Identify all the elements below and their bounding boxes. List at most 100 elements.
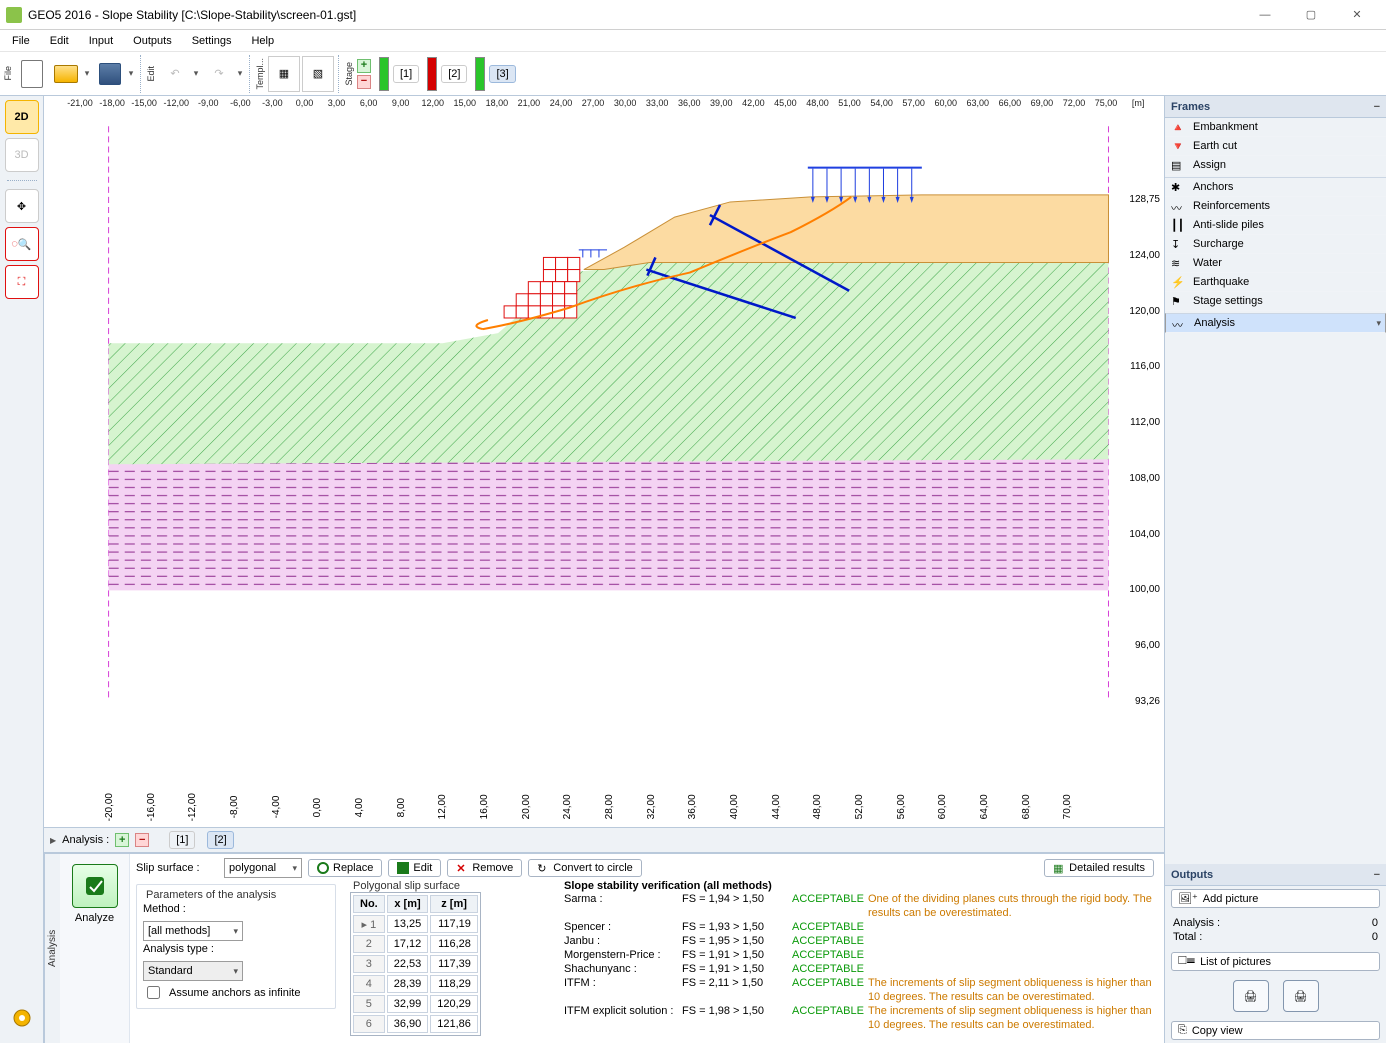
open-dropdown[interactable]: ▾ [82,68,92,79]
frame-item-earthquake[interactable]: ⚡Earthquake [1165,273,1386,292]
copy-icon: ⎘ [1178,1024,1187,1037]
table-row[interactable]: 428,39118,29 [353,975,478,993]
stage-1[interactable]: [1] [379,57,425,91]
add-picture-button[interactable]: 🖼⁺Add picture [1171,889,1380,908]
pan-button[interactable]: ✥ [5,189,39,223]
copy-view-button[interactable]: ⎘Copy view [1171,1021,1380,1040]
print-button-2[interactable]: 🖨 [1283,980,1319,1012]
slip-table-title: Polygonal slip surface [350,880,463,892]
menu-input[interactable]: Input [79,32,123,50]
frame-icon: ⚑ [1171,295,1187,307]
detailed-results-button[interactable]: ▦Detailed results [1044,859,1154,877]
close-button[interactable]: ✕ [1334,0,1380,30]
add-analysis-button[interactable]: + [115,833,129,847]
stage-2[interactable]: [2] [427,57,473,91]
frame-item-earth-cut[interactable]: 🔻 Earth cut [1165,137,1386,156]
anchors-checkbox[interactable] [147,986,160,999]
stage-indicator-icon [427,57,437,91]
frame-item-label: Earth cut [1193,140,1237,152]
outputs-collapse-button[interactable]: − [1374,869,1380,881]
slip-surface-table[interactable]: No.x [m]z [m] ▸ 113,25117,19217,12116,28… [350,892,481,1036]
save-dropdown[interactable]: ▾ [126,68,136,79]
open-file-button[interactable] [50,56,82,92]
frame-icon: ⚡ [1171,276,1187,288]
convert-button[interactable]: ↻Convert to circle [528,859,641,877]
view-2d-button[interactable]: 2D [5,100,39,134]
minimize-button[interactable]: — [1242,0,1288,30]
remove-analysis-button[interactable]: − [135,833,149,847]
method-select[interactable]: [all methods] [143,921,243,941]
frame-icon: 〰 [1172,317,1188,329]
zoom-button[interactable]: ◌🔍 [5,227,39,261]
slip-surface-select[interactable]: polygonal [224,858,302,878]
frame-icon: ┃┃ [1171,219,1187,231]
redo-button[interactable]: ↷ [203,56,235,92]
save-file-button[interactable] [94,56,126,92]
maximize-button[interactable]: ▢ [1288,0,1334,30]
frames-collapse-button[interactable]: − [1374,101,1380,113]
add-stage-button[interactable]: + [357,59,371,73]
view-3d-button[interactable]: 3D [5,138,39,172]
frame-item-label: Anti-slide piles [1193,219,1264,231]
frame-icon: 🔻 [1171,140,1187,152]
remove-stage-button[interactable]: − [357,75,371,89]
method-label: Method : [143,903,225,915]
frame-item-anti-slide-piles[interactable]: ┃┃ Anti-slide piles [1165,216,1386,235]
list-pictures-button[interactable]: 🞎☰List of pictures [1171,952,1380,971]
fit-button[interactable]: ⛶ [5,265,39,299]
menu-file[interactable]: File [2,32,40,50]
redo-dropdown[interactable]: ▾ [235,68,245,79]
table-row[interactable]: 636,90121,86 [353,1015,478,1033]
toolbar-group-templ: Templ... [254,56,266,92]
table-row[interactable]: ▸ 113,25117,19 [353,915,478,933]
menu-outputs[interactable]: Outputs [123,32,182,50]
table-row[interactable]: 322,53117,39 [353,955,478,973]
analysis-tab-2[interactable]: [2] [207,831,233,849]
toolbar-group-edit: Edit [145,64,157,84]
frame-item-analysis[interactable]: 〰Analysis [1165,313,1386,333]
verification-row: Sarma :FS = 1,94 > 1,50 ACCEPTABLEOne of… [564,892,1160,920]
template-button-1[interactable]: ▦ [268,56,300,92]
analysis-label: Analysis : [62,834,109,846]
main-toolbar: File ▾ ▾ Edit ↶▾ ↷▾ Templ... ▦ ▧ Stage +… [0,52,1386,96]
frame-icon: ✱ [1171,181,1187,193]
picture-add-icon: 🖼⁺ [1178,892,1198,905]
template-button-2[interactable]: ▧ [302,56,334,92]
frame-item-water[interactable]: ≋Water [1165,254,1386,273]
outputs-header: Outputs− [1165,864,1386,886]
remove-button[interactable]: ✕Remove [447,859,522,877]
settings-gear-button[interactable] [5,1001,39,1035]
print-button-1[interactable]: 🖨 [1233,980,1269,1012]
analysis-panel: Analysis Analyze Slip surface : polygona… [44,853,1164,1043]
frame-item-label: Stage settings [1193,295,1263,307]
frame-item-stage-settings[interactable]: ⚑ Stage settings [1165,292,1386,311]
slope-viewport[interactable]: -21,00-18,00-15,00-12,00-9,00-6,00-3,000… [44,96,1164,827]
frame-icon: 〰 [1171,200,1187,212]
table-row[interactable]: 532,99120,29 [353,995,478,1013]
table-row[interactable]: 217,12116,28 [353,935,478,953]
analysis-tab-1[interactable]: [1] [169,831,195,849]
frame-icon: 🔺 [1171,121,1187,133]
edit-button[interactable]: Edit [388,859,441,877]
frame-item-embankment[interactable]: 🔺Embankment [1165,118,1386,137]
title-bar: GEO5 2016 - Slope Stability [C:\Slope-St… [0,0,1386,30]
frame-item-reinforcements[interactable]: 〰Reinforcements [1165,197,1386,216]
frame-item-label: Water [1193,257,1222,269]
stage-indicator-icon [379,57,389,91]
menu-edit[interactable]: Edit [40,32,79,50]
undo-dropdown[interactable]: ▾ [191,68,201,79]
undo-button[interactable]: ↶ [159,56,191,92]
analyze-button[interactable] [72,864,118,908]
menu-help[interactable]: Help [241,32,284,50]
replace-button[interactable]: Replace [308,859,382,877]
frame-item-anchors[interactable]: ✱Anchors [1165,177,1386,197]
frame-item-assign[interactable]: ▤Assign [1165,156,1386,175]
menu-settings[interactable]: Settings [182,32,242,50]
stage-3[interactable]: [3] [475,57,521,91]
view-toolbar: 2D 3D ✥ ◌🔍 ⛶ [0,96,44,1043]
analysis-type-select[interactable]: Standard [143,961,243,981]
new-file-button[interactable] [16,56,48,92]
frame-icon: ↧ [1171,238,1187,250]
frame-item-surcharge[interactable]: ↧Surcharge [1165,235,1386,254]
params-group-title: Parameters of the analysis [143,889,279,901]
